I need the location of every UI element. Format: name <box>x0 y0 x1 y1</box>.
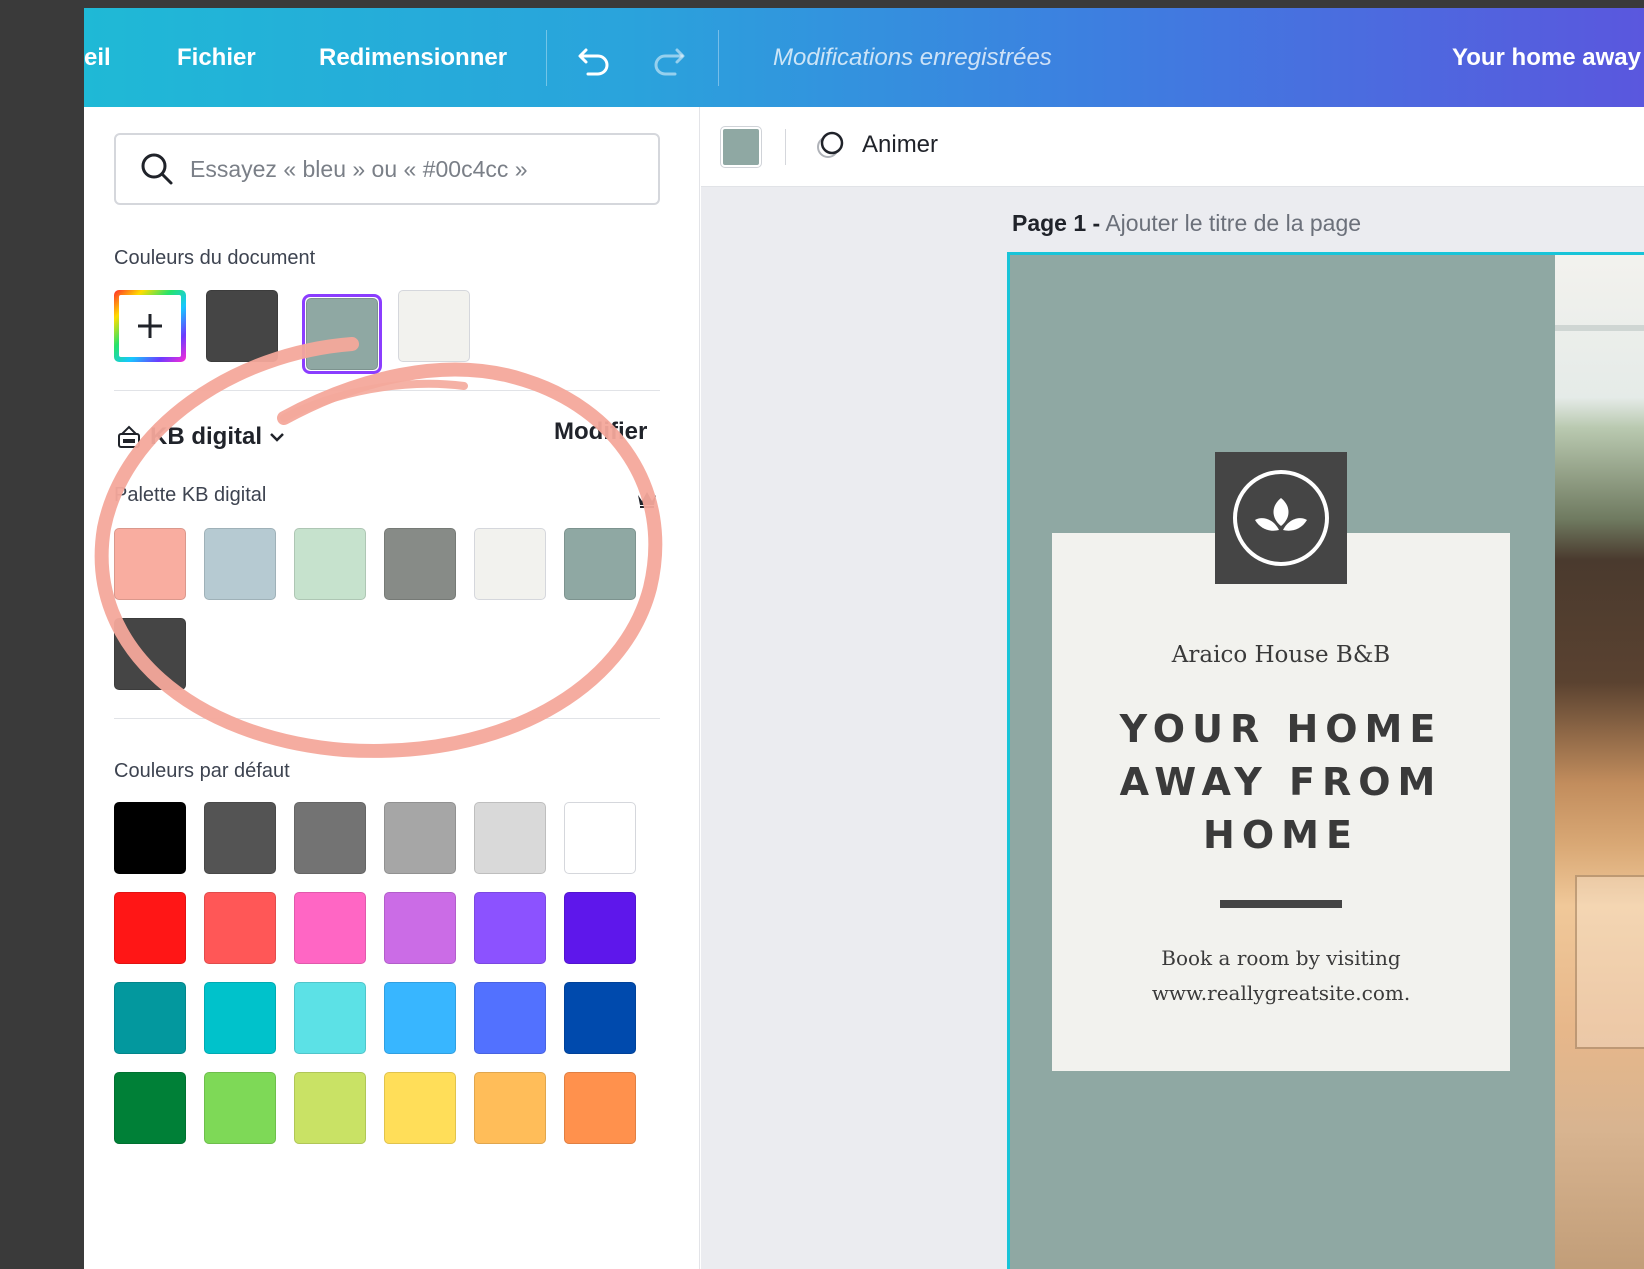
default-color-swatch[interactable] <box>294 982 366 1054</box>
design-page[interactable]: Araico House B&B YOUR HOME AWAY FROM HOM… <box>1007 252 1644 1269</box>
default-color-swatch[interactable] <box>384 892 456 964</box>
crown-icon <box>638 492 656 508</box>
brand-kit-icon <box>118 425 140 448</box>
business-name[interactable]: Araico House B&B <box>1052 642 1510 668</box>
element-toolbar: Animer <box>701 107 1644 187</box>
palette-color-swatch[interactable] <box>384 528 456 600</box>
plus-icon <box>138 314 162 338</box>
default-color-swatch[interactable] <box>114 892 186 964</box>
color-search-input[interactable] <box>190 155 630 183</box>
default-color-swatch[interactable] <box>114 982 186 1054</box>
default-colors-label: Couleurs par défaut <box>114 760 290 782</box>
default-color-swatch[interactable] <box>474 802 546 874</box>
default-color-swatch[interactable] <box>474 892 546 964</box>
default-color-swatch[interactable] <box>294 802 366 874</box>
file-menu[interactable]: Fichier <box>177 8 256 107</box>
logo[interactable] <box>1215 452 1347 584</box>
animate-button[interactable]: Animer <box>812 127 938 163</box>
toolbar-divider <box>785 129 786 165</box>
modify-brand-kit-button[interactable]: Modifier <box>554 418 647 446</box>
default-color-swatch[interactable] <box>204 802 276 874</box>
section-divider <box>114 390 660 391</box>
text-color-button[interactable] <box>721 127 761 167</box>
search-icon <box>141 153 173 185</box>
design-title[interactable]: Your home away <box>1452 8 1641 107</box>
save-status: Modifications enregistrées <box>773 43 1052 71</box>
page-title[interactable]: Page 1 - Ajouter le titre de la page <box>1012 210 1361 237</box>
default-color-swatch[interactable] <box>564 1072 636 1144</box>
brand-kit-selector[interactable]: KB digital <box>116 423 286 451</box>
add-color-button[interactable] <box>114 290 186 362</box>
resize-menu[interactable]: Redimensionner <box>319 8 507 107</box>
default-color-swatch[interactable] <box>294 1072 366 1144</box>
palette-label: Palette KB digital <box>114 484 267 506</box>
page-title-placeholder[interactable]: Ajouter le titre de la page <box>1105 210 1361 236</box>
default-color-swatch[interactable] <box>564 802 636 874</box>
default-color-swatch[interactable] <box>384 1072 456 1144</box>
default-color-swatch[interactable] <box>294 892 366 964</box>
document-colors-label: Couleurs du document <box>114 247 316 269</box>
call-to-action[interactable]: Book a room by visiting www.reallygreats… <box>1052 941 1510 1011</box>
default-color-swatch[interactable] <box>204 982 276 1054</box>
divider-line[interactable] <box>1220 900 1342 908</box>
chevron-down-icon <box>270 433 284 442</box>
editor-canvas-area: Animer Page 1 - Ajouter le titre de la p… <box>701 107 1644 1269</box>
color-search-box[interactable] <box>114 133 660 205</box>
default-color-swatch[interactable] <box>384 982 456 1054</box>
headline-line: AWAY FROM <box>1119 760 1443 804</box>
palette-color-swatch[interactable] <box>114 618 186 690</box>
animate-label: Animer <box>862 131 939 158</box>
home-menu[interactable]: eil <box>84 8 111 107</box>
leaf-logo-icon <box>1233 470 1329 566</box>
interior-photo[interactable] <box>1555 255 1644 1269</box>
default-color-swatch[interactable] <box>564 892 636 964</box>
cta-line: www.reallygreatsite.com. <box>1151 981 1411 1005</box>
headline-line: HOME <box>1203 813 1359 857</box>
default-color-swatch[interactable] <box>474 1072 546 1144</box>
palette-color-swatch[interactable] <box>294 528 366 600</box>
default-color-swatch[interactable] <box>564 982 636 1054</box>
default-color-swatch[interactable] <box>114 802 186 874</box>
default-color-swatch[interactable] <box>204 1072 276 1144</box>
topbar-divider <box>718 30 719 86</box>
document-color-swatch[interactable] <box>306 298 378 370</box>
undo-icon[interactable] <box>574 38 614 78</box>
default-color-swatch[interactable] <box>474 982 546 1054</box>
topbar-divider <box>546 30 547 86</box>
brand-kit-name: KB digital <box>150 423 262 450</box>
top-menu-bar: eil Fichier Redimensionner Modifications… <box>84 8 1644 107</box>
palette-color-swatch[interactable] <box>204 528 276 600</box>
default-color-swatch[interactable] <box>384 802 456 874</box>
cta-line: Book a room by visiting <box>1161 946 1401 970</box>
document-color-swatch[interactable] <box>206 290 278 362</box>
page-number: Page 1 - <box>1012 210 1101 236</box>
document-color-swatch[interactable] <box>398 290 470 362</box>
section-divider <box>114 718 660 719</box>
animate-icon <box>817 131 844 158</box>
palette-color-swatch[interactable] <box>114 528 186 600</box>
default-color-swatch[interactable] <box>204 892 276 964</box>
redo-icon[interactable] <box>649 38 689 78</box>
app-window: eil Fichier Redimensionner Modifications… <box>84 8 1644 1269</box>
default-color-swatch[interactable] <box>114 1072 186 1144</box>
palette-color-swatch[interactable] <box>474 528 546 600</box>
color-panel: Couleurs du document KB digital Mod <box>84 107 700 1269</box>
palette-color-swatch[interactable] <box>564 528 636 600</box>
headline[interactable]: YOUR HOME AWAY FROM HOME <box>1052 703 1510 862</box>
headline-line: YOUR HOME <box>1119 707 1443 751</box>
